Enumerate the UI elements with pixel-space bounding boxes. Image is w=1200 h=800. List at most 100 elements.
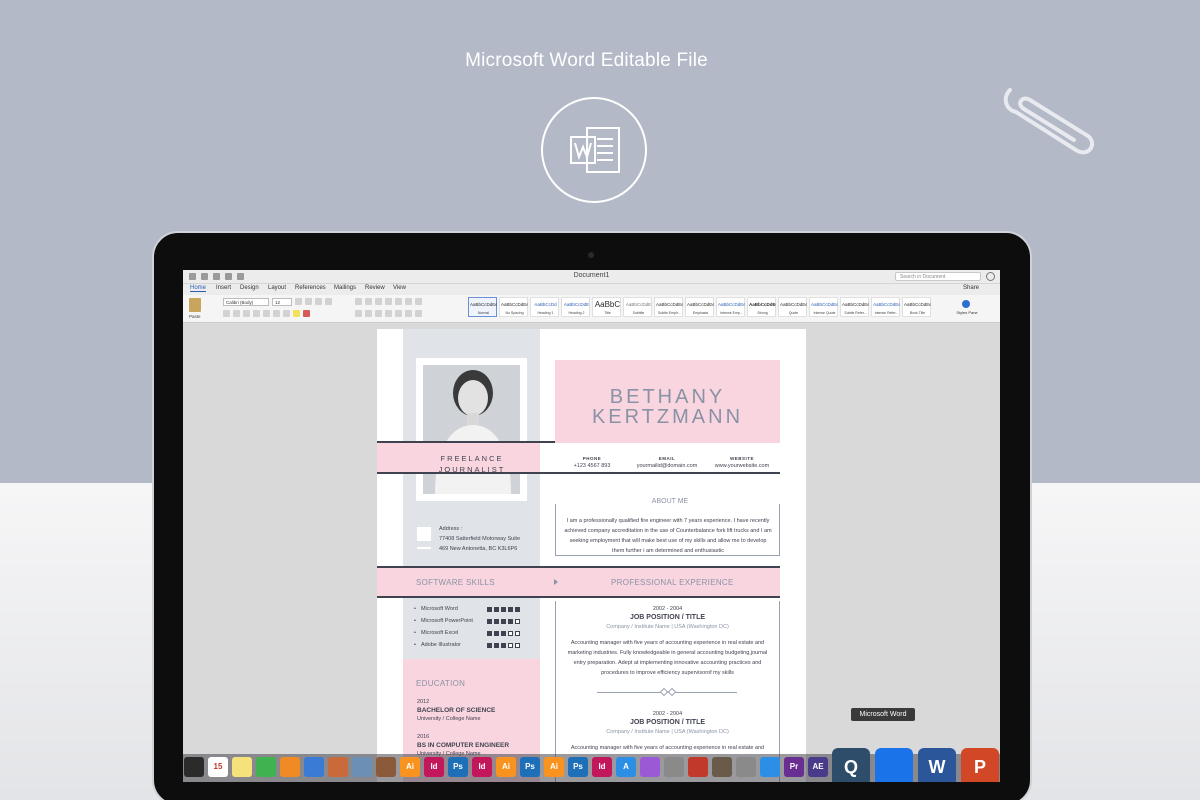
underline-icon[interactable] <box>243 310 250 317</box>
text-effects-icon[interactable] <box>283 310 290 317</box>
shrink-font-icon[interactable] <box>305 298 312 305</box>
align-center-icon[interactable] <box>365 310 372 317</box>
highlight-icon[interactable] <box>293 310 300 317</box>
calendar-icon[interactable]: 15 <box>208 757 228 777</box>
filezilla-icon[interactable] <box>688 757 708 777</box>
settings-icon[interactable] <box>664 757 684 777</box>
skill-name: Microsoft Excel <box>414 630 458 636</box>
preview-icon[interactable] <box>352 757 372 777</box>
align-right-icon[interactable] <box>375 310 382 317</box>
show-formatting-icon[interactable] <box>415 298 422 305</box>
tab-insert[interactable]: Insert <box>216 285 231 291</box>
disk-icon[interactable] <box>736 757 756 777</box>
paste-icon[interactable] <box>189 298 201 312</box>
sync-icon[interactable] <box>760 757 780 777</box>
itunes-icon[interactable] <box>640 757 660 777</box>
styles-pane-label[interactable]: Styles Pane <box>956 310 978 315</box>
facetime-icon[interactable] <box>256 757 276 777</box>
style-no-spacing[interactable]: AaBbCcDdEe No Spacing <box>499 297 528 317</box>
increase-indent-icon[interactable] <box>395 298 402 305</box>
style-quote[interactable]: AaBbCcDdEe Quote <box>778 297 807 317</box>
vlc-icon[interactable] <box>280 757 300 777</box>
line-spacing-icon[interactable] <box>395 310 402 317</box>
tab-references[interactable]: References <box>295 285 326 291</box>
resume-page[interactable]: FREELANCE JOURNALIST BETHANY KERTZMANN P… <box>377 329 806 782</box>
align-left-icon[interactable] <box>355 310 362 317</box>
photoshop-icon[interactable]: Ps <box>448 757 468 777</box>
word-icon[interactable]: W <box>918 748 956 782</box>
illustrator-icon[interactable]: Ai <box>400 757 420 777</box>
feedback-smiley-icon[interactable] <box>986 272 995 281</box>
software-skills-title: SOFTWARE SKILLS <box>416 578 495 587</box>
style-book-title[interactable]: AaBbCcDdEe Book Title <box>902 297 931 317</box>
style-intense-emphasis[interactable]: AaBbCcDdEe Intense Emp... <box>716 297 745 317</box>
search-input[interactable]: Search in Document <box>895 272 981 281</box>
webcam <box>588 252 594 258</box>
word-logo-circle <box>541 97 647 203</box>
tab-view[interactable]: View <box>393 285 406 291</box>
change-case-icon[interactable] <box>315 298 322 305</box>
education-degree: BS IN COMPUTER ENGINEER <box>417 742 510 749</box>
imovie-icon[interactable] <box>184 757 204 777</box>
superscript-icon[interactable] <box>273 310 280 317</box>
bold-icon[interactable] <box>223 310 230 317</box>
tab-home[interactable]: Home <box>190 285 207 292</box>
illustrator-icon[interactable]: Ai <box>544 757 564 777</box>
photoshop-icon[interactable]: Ps <box>520 757 540 777</box>
after-effects-icon[interactable]: AE <box>808 757 828 777</box>
premiere-icon[interactable]: Pr <box>784 757 804 777</box>
share-button[interactable]: Share <box>963 285 979 291</box>
numbering-icon[interactable] <box>365 298 372 305</box>
clear-format-icon[interactable] <box>325 298 332 305</box>
style-heading-1[interactable]: AaBbCcDd Heading 1 <box>530 297 559 317</box>
justify-icon[interactable] <box>385 310 392 317</box>
font-name-select[interactable]: Calibri (Body) <box>223 298 269 306</box>
sort-icon[interactable] <box>405 298 412 305</box>
tab-review[interactable]: Review <box>365 285 385 291</box>
address-line-2: 469 New Antonetta, BC K3L6P6 <box>439 546 518 552</box>
shading-icon[interactable] <box>405 310 412 317</box>
illustrator-icon[interactable]: Ai <box>496 757 516 777</box>
photoshop-icon[interactable]: Ps <box>568 757 588 777</box>
powerpoint-icon[interactable]: P <box>961 748 999 782</box>
indesign-icon[interactable]: Id <box>424 757 444 777</box>
grow-font-icon[interactable] <box>295 298 302 305</box>
style-intense-reference[interactable]: AaBbCcDdEe Intense Refer... <box>871 297 900 317</box>
photo-icon[interactable] <box>712 757 732 777</box>
dock-tooltip: Microsoft Word <box>851 708 915 721</box>
quicktime-icon[interactable]: Q <box>832 748 870 782</box>
style-subtle-reference[interactable]: AaBbCcDdEe Subtle Refer... <box>840 297 869 317</box>
borders-icon[interactable] <box>415 310 422 317</box>
style-title[interactable]: AaBbC Title <box>592 297 621 317</box>
tab-mailings[interactable]: Mailings <box>334 285 356 291</box>
bullets-icon[interactable] <box>355 298 362 305</box>
strikethrough-icon[interactable] <box>253 310 260 317</box>
tab-design[interactable]: Design <box>240 285 259 291</box>
job-years: 2002 - 2004 <box>652 606 683 612</box>
subscript-icon[interactable] <box>263 310 270 317</box>
style-intense-quote[interactable]: AaBbCcDdEe Intense Quote <box>809 297 838 317</box>
style-normal[interactable]: AaBbCcDdEe Normal <box>468 297 497 317</box>
job-description: Accounting manager with five years of ac… <box>570 745 765 751</box>
font-size-select[interactable]: 12 <box>272 298 292 306</box>
teamviewer-icon[interactable] <box>875 748 913 782</box>
notes-icon[interactable] <box>232 757 252 777</box>
app-store-icon[interactable]: A <box>616 757 636 777</box>
library-icon[interactable] <box>376 757 396 777</box>
indesign-icon[interactable]: Id <box>472 757 492 777</box>
styles-pane-icon[interactable] <box>962 300 970 308</box>
tab-layout[interactable]: Layout <box>268 285 286 291</box>
multilevel-list-icon[interactable] <box>375 298 382 305</box>
indesign-icon[interactable]: Id <box>592 757 612 777</box>
style-subtle-emphasis[interactable]: AaBbCcDdEe Subtle Emph... <box>654 297 683 317</box>
keynote-icon[interactable] <box>304 757 324 777</box>
style-emphasis[interactable]: AaBbCcDdEe Emphasis <box>685 297 714 317</box>
style-heading-2[interactable]: AaBbCcDdE Heading 2 <box>561 297 590 317</box>
italic-icon[interactable] <box>233 310 240 317</box>
website-value: www.yourwebsite.com <box>714 463 770 469</box>
style-subtitle[interactable]: AaBbCcDdE Subtitle <box>623 297 652 317</box>
decrease-indent-icon[interactable] <box>385 298 392 305</box>
presentation-icon[interactable] <box>328 757 348 777</box>
style-strong[interactable]: AaBbCcDdEe Strong <box>747 297 776 317</box>
font-color-icon[interactable] <box>303 310 310 317</box>
